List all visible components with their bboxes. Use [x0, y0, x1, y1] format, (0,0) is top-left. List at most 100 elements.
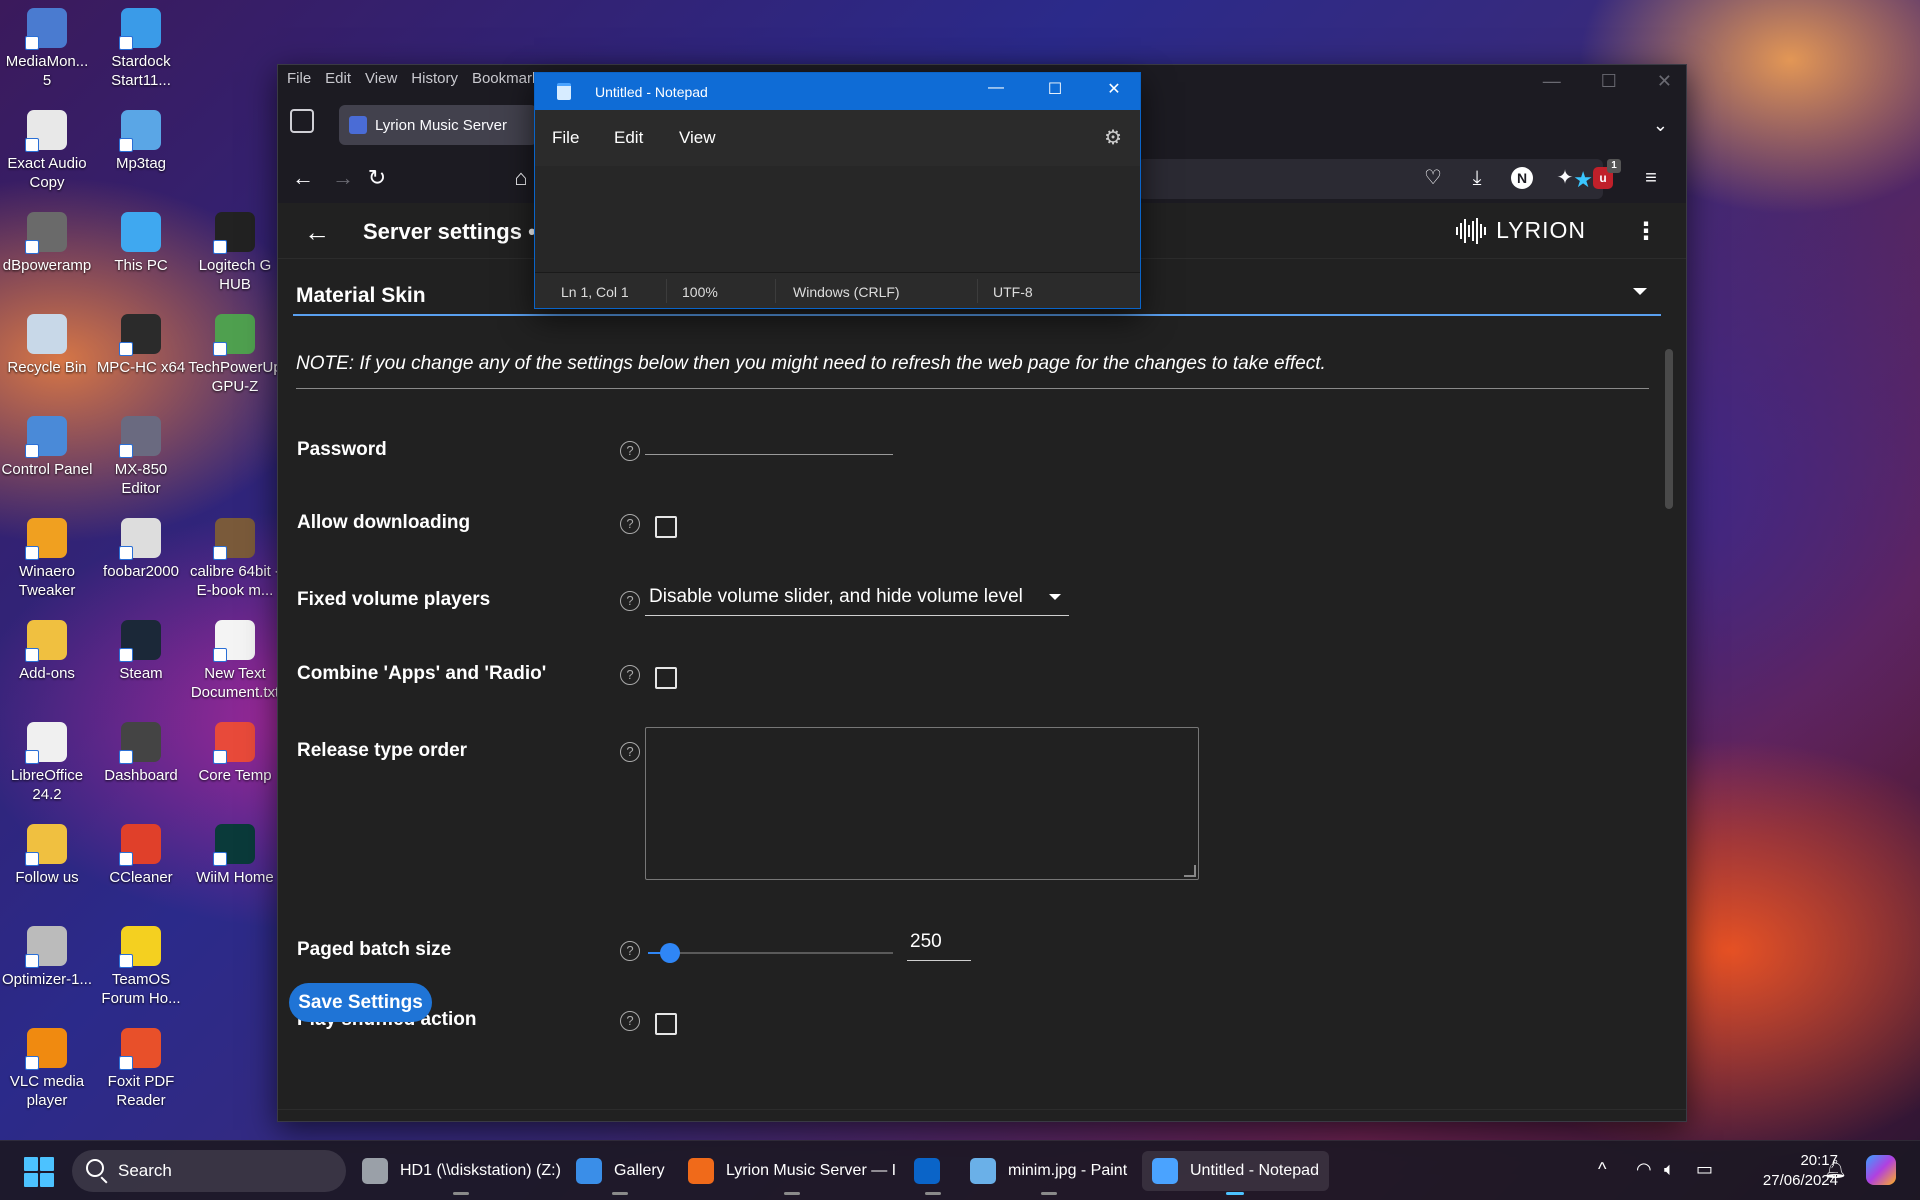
menu-view[interactable]: View — [679, 128, 716, 148]
taskbar-app[interactable]: Gallery — [576, 1151, 665, 1195]
desktop-icon[interactable]: Follow us — [0, 824, 94, 887]
desktop-icon[interactable]: TeamOS Forum Ho... — [94, 926, 188, 1008]
desktop-icon[interactable]: Core Temp — [188, 722, 282, 785]
running-indicator — [925, 1192, 941, 1195]
menu-edit[interactable]: Edit — [614, 128, 643, 148]
running-indicator — [784, 1192, 801, 1195]
firefox-view-icon[interactable] — [290, 109, 314, 133]
desktop-icon[interactable]: CCleaner — [94, 824, 188, 887]
fixed-volume-select[interactable]: Disable volume slider, and hide volume l… — [645, 580, 1069, 616]
desktop-icon[interactable]: Exact Audio Copy — [0, 110, 94, 192]
battery-icon[interactable]: ▭ — [1696, 1159, 1713, 1180]
slider-thumb[interactable] — [660, 943, 681, 963]
resize-grip-icon[interactable] — [1184, 865, 1196, 877]
desktop-icon[interactable]: dBpoweramp — [0, 212, 94, 275]
notification-bell-icon[interactable]: 🔔︎ — [1824, 1159, 1847, 1180]
copilot-icon[interactable] — [1866, 1155, 1896, 1185]
list-all-tabs-chevron-icon[interactable]: ⌄ — [1653, 115, 1668, 136]
paged-batch-slider[interactable] — [648, 943, 893, 963]
desktop-icon-label: This PC — [114, 257, 168, 274]
url-bar[interactable]: ★ — [1138, 159, 1603, 199]
extensions-icon[interactable]: ✦ — [1552, 165, 1578, 191]
help-icon[interactable]: ? — [620, 441, 640, 461]
ublock-origin-icon[interactable]: u1 — [1593, 159, 1621, 189]
desktop-icon-label: Exact Audio Copy — [7, 155, 87, 191]
notepad-titlebar[interactable]: Untitled - Notepad — ☐ ✕ — [535, 73, 1140, 110]
account-avatar-icon[interactable]: N — [1511, 167, 1533, 189]
desktop-icon[interactable]: LibreOffice 24.2 — [0, 722, 94, 804]
desktop-icon[interactable]: Foxit PDF Reader — [94, 1028, 188, 1110]
menu-file[interactable]: File — [287, 70, 311, 87]
home-icon[interactable]: ⌂ — [508, 165, 534, 191]
desktop-icon[interactable]: Control Panel — [0, 416, 94, 479]
help-icon[interactable]: ? — [620, 514, 640, 534]
forward-arrow-icon[interactable]: → — [330, 165, 356, 191]
wifi-icon[interactable]: ◠ — [1636, 1159, 1652, 1180]
taskbar-app[interactable]: Lyrion Music Server — I — [688, 1151, 896, 1195]
allow-downloading-checkbox[interactable] — [655, 516, 677, 538]
taskbar-app[interactable]: Untitled - Notepad — [1142, 1151, 1329, 1195]
help-icon[interactable]: ? — [620, 742, 640, 762]
taskbar-app[interactable] — [914, 1151, 952, 1195]
save-settings-button[interactable]: Save Settings — [289, 983, 432, 1022]
desktop-icon[interactable]: MPC-HC x64 — [94, 314, 188, 377]
desktop-icon[interactable]: MX-850 Editor — [94, 416, 188, 498]
desktop-icon[interactable]: New Text Document.txt — [188, 620, 282, 702]
desktop-icon[interactable]: TechPowerUp GPU-Z — [188, 314, 282, 396]
desktop-icon[interactable]: WiiM Home — [188, 824, 282, 887]
downloads-icon[interactable]: ⤓ — [1464, 165, 1490, 191]
menu-file[interactable]: File — [552, 128, 579, 148]
desktop-icon[interactable]: Add-ons — [0, 620, 94, 683]
tray-overflow-chevron-icon[interactable]: ^ — [1598, 1159, 1606, 1180]
desktop-icon[interactable]: Stardock Start11... — [94, 8, 188, 90]
back-arrow-icon[interactable]: ← — [290, 165, 316, 191]
release-type-order-textarea[interactable] — [645, 727, 1199, 880]
password-field[interactable] — [645, 425, 893, 455]
desktop-icon[interactable]: foobar2000 — [94, 518, 188, 581]
help-icon[interactable]: ? — [620, 1011, 640, 1031]
divider — [296, 388, 1649, 389]
desktop-icon[interactable]: Winaero Tweaker — [0, 518, 94, 600]
pocket-icon[interactable]: ♡ — [1420, 165, 1446, 191]
settings-gear-icon[interactable]: ⚙ — [1104, 125, 1122, 150]
paged-batch-input[interactable]: 250 — [907, 927, 971, 961]
desktop-icon[interactable]: Mp3tag — [94, 110, 188, 173]
windows-start-icon[interactable] — [24, 1157, 54, 1187]
desktop-icon[interactable]: Recycle Bin — [0, 314, 94, 377]
help-icon[interactable]: ? — [620, 941, 640, 961]
play-shuffled-checkbox[interactable] — [655, 1013, 677, 1035]
desktop-icon[interactable]: Steam — [94, 620, 188, 683]
scrollbar-thumb[interactable] — [1665, 349, 1673, 509]
back-arrow-icon[interactable]: ← — [304, 217, 330, 248]
search-placeholder: Search — [118, 1161, 172, 1180]
taskbar-app[interactable]: minim.jpg - Paint — [970, 1151, 1127, 1195]
hamburger-menu-icon[interactable]: ≡ — [1638, 165, 1664, 191]
help-icon[interactable]: ? — [620, 591, 640, 611]
scrollbar[interactable] — [1664, 331, 1674, 1051]
close-button[interactable]: ✕ — [1102, 79, 1126, 99]
reload-icon[interactable]: ↻ — [364, 165, 390, 191]
close-button[interactable]: ✕ — [1657, 71, 1672, 92]
combine-apps-radio-checkbox[interactable] — [655, 667, 677, 689]
desktop-icon[interactable]: Dashboard — [94, 722, 188, 785]
taskbar-app[interactable]: HD1 (\\diskstation) (Z:) — [362, 1151, 561, 1195]
notepad-text-area[interactable] — [535, 166, 1140, 272]
desktop-icon[interactable]: Logitech G HUB — [188, 212, 282, 294]
volume-icon[interactable]: 🔈︎ — [1664, 1159, 1675, 1180]
maximize-button[interactable]: ☐ — [1601, 71, 1617, 92]
desktop-icon[interactable]: calibre 64bit - E-book m... — [188, 518, 282, 600]
desktop-icon[interactable]: This PC — [94, 212, 188, 275]
menu-view[interactable]: View — [365, 70, 397, 87]
desktop-icon[interactable]: VLC media player — [0, 1028, 94, 1110]
minimize-button[interactable]: — — [1543, 71, 1561, 92]
minimize-button[interactable]: — — [984, 79, 1008, 97]
more-vert-icon[interactable]: ⋮ — [1634, 217, 1658, 246]
desktop-icon[interactable]: MediaMon... 5 — [0, 8, 94, 90]
help-icon[interactable]: ? — [620, 665, 640, 685]
taskbar-search[interactable]: Search — [72, 1150, 346, 1192]
maximize-button[interactable]: ☐ — [1043, 79, 1067, 99]
menu-history[interactable]: History — [411, 70, 458, 87]
desktop-icon[interactable]: Optimizer-1... — [0, 926, 94, 989]
tab-lyrion[interactable]: Lyrion Music Server — [339, 105, 537, 145]
menu-edit[interactable]: Edit — [325, 70, 351, 87]
